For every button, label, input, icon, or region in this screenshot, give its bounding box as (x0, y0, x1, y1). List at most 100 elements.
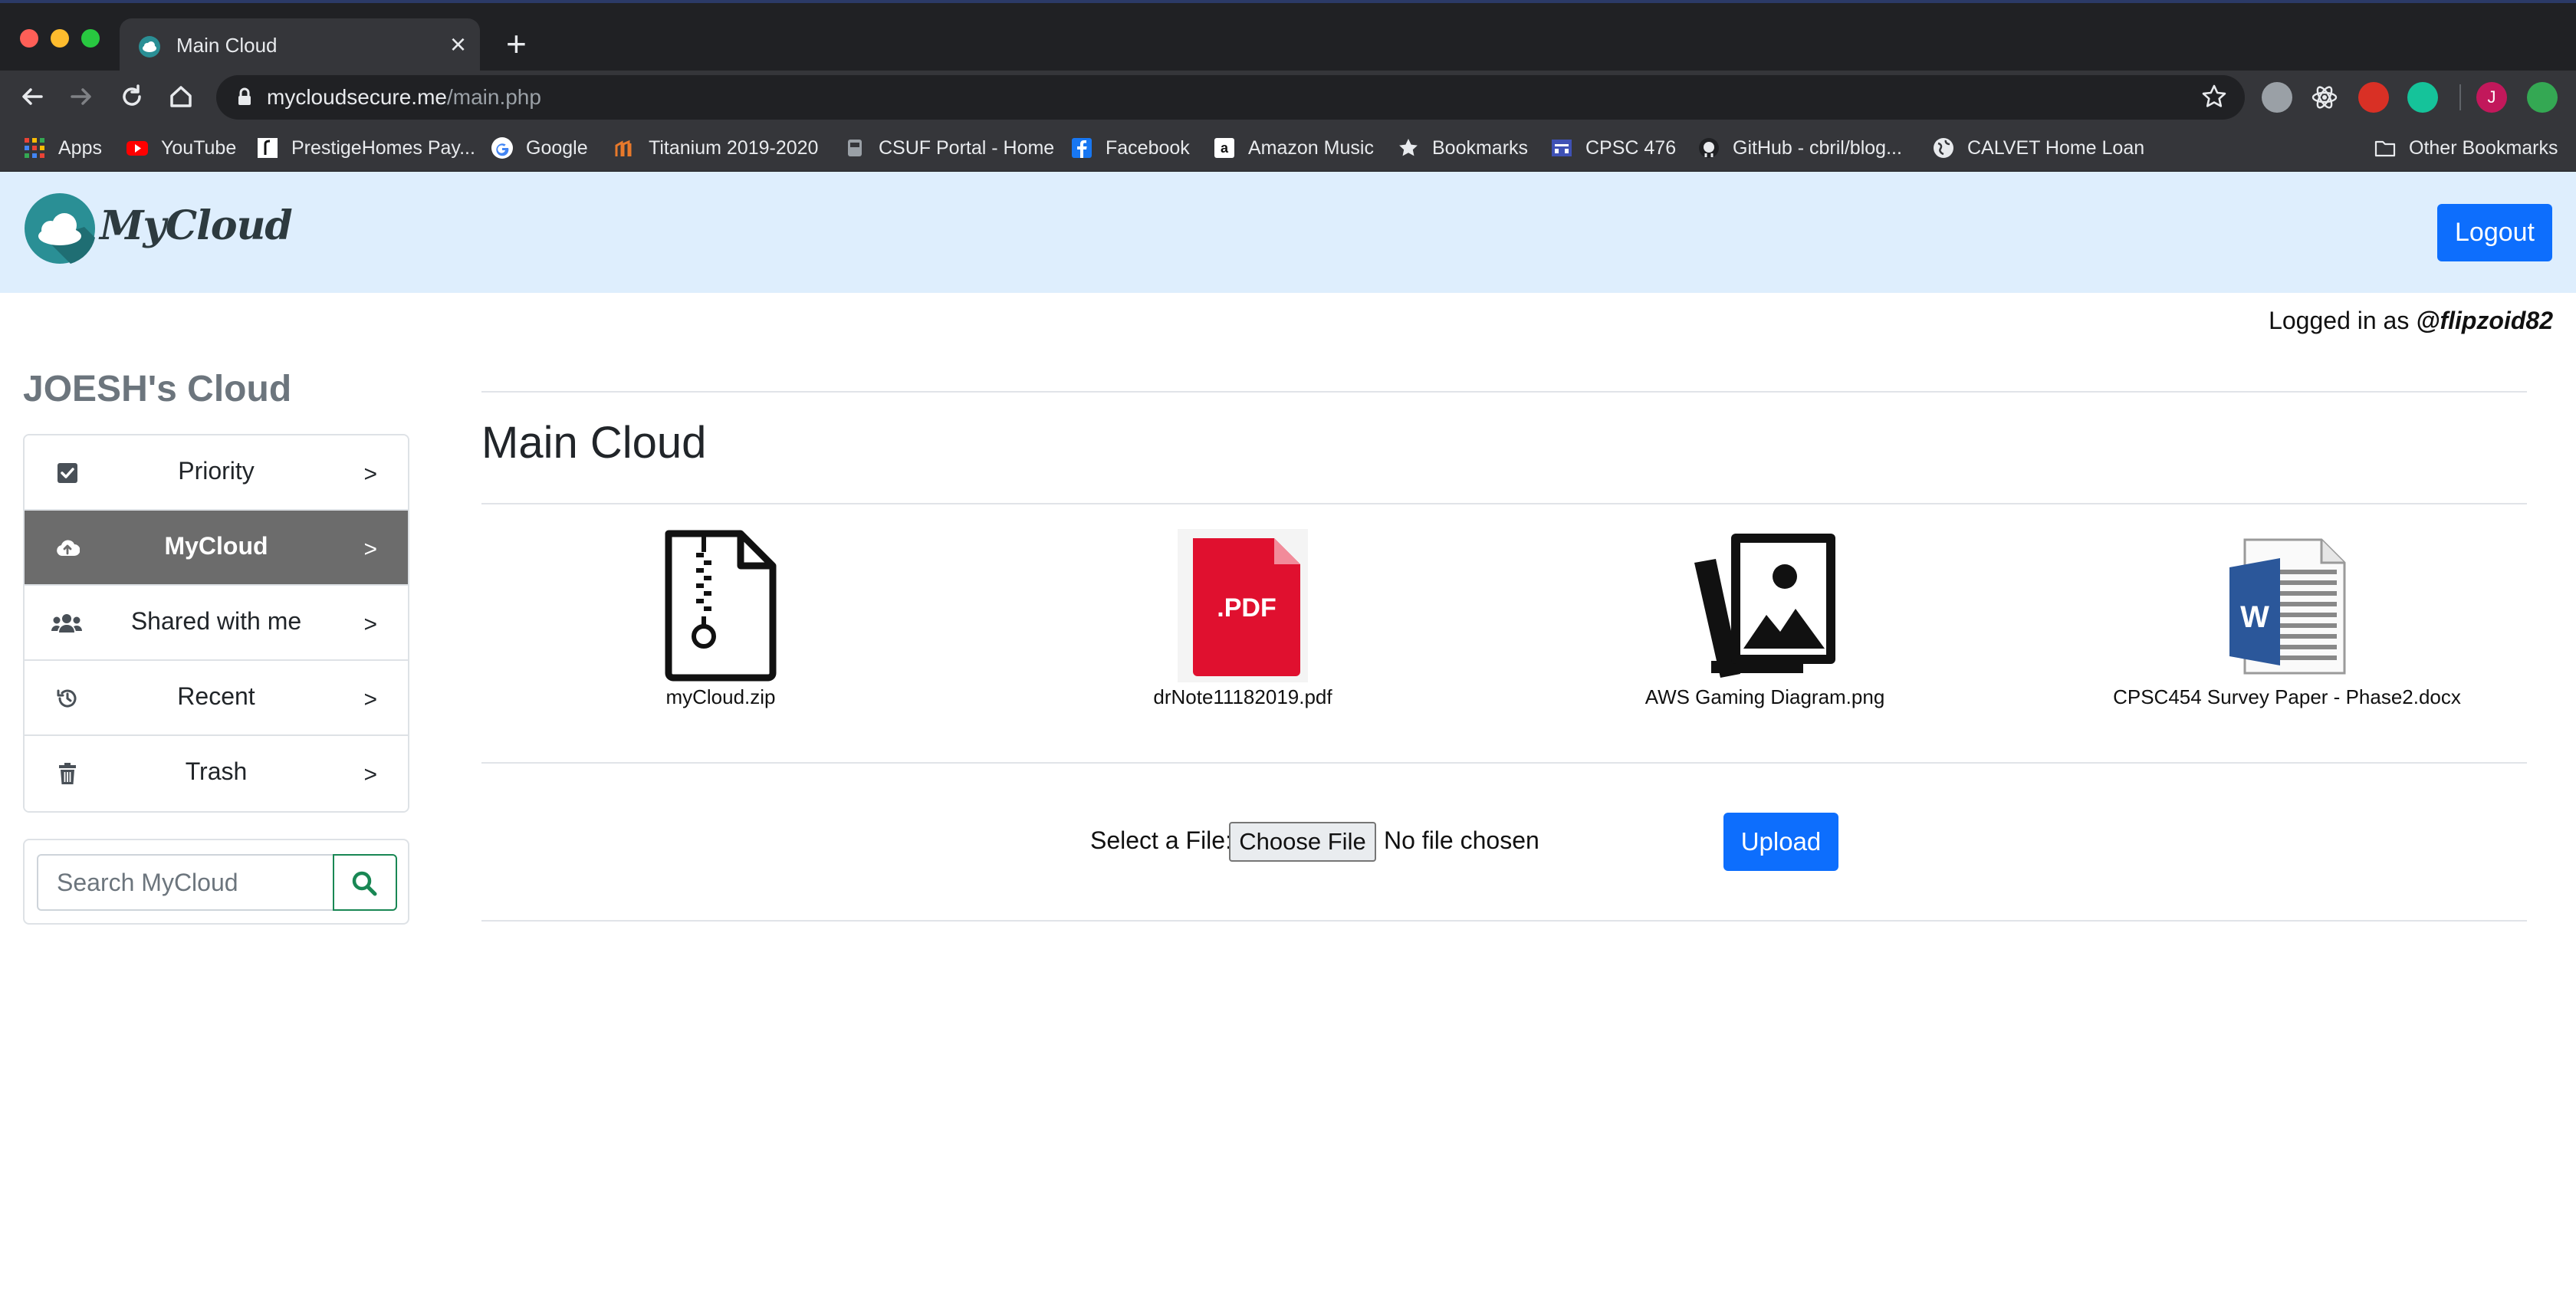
file-item[interactable]: myCloud.zip (475, 529, 966, 721)
sidebar-item-label: Recent (177, 682, 255, 710)
file-item[interactable]: .PDF drNote11182019.pdf (997, 529, 1488, 721)
divider (481, 503, 2527, 504)
github-icon (1699, 138, 1719, 158)
bookmark-label: Bookmarks (1432, 136, 1529, 159)
discord-extension-icon[interactable] (2262, 82, 2292, 113)
logout-button[interactable]: Logout (2437, 204, 2552, 261)
minimize-window-button[interactable] (51, 29, 69, 48)
file-item[interactable]: W CPSC454 Survey Paper - Phase2.docx (2042, 529, 2532, 721)
folder-icon (2374, 140, 2396, 157)
update-icon[interactable] (2527, 82, 2558, 113)
block-extension-icon[interactable] (2358, 82, 2389, 113)
pdf-file-icon: .PDF (1178, 529, 1308, 682)
brand-name[interactable]: MyCloud (100, 202, 293, 249)
chevron-right-icon: > (363, 462, 377, 487)
bookmark-prestige[interactable]: PrestigeHomes Pay... (256, 133, 475, 163)
mycloud-logo-icon[interactable] (23, 192, 97, 265)
bookmark-calvet[interactable]: CALVET Home Loan (1932, 133, 2144, 163)
chevron-right-icon: > (363, 537, 377, 562)
url-domain: mycloudsecure.me (267, 85, 447, 109)
star-icon (1399, 139, 1418, 156)
arrow-left-icon (22, 88, 43, 105)
bookmark-label: Amazon Music (1248, 136, 1374, 159)
upload-form: Select a File: Choose File No file chose… (481, 813, 2527, 882)
bookmark-csuf[interactable]: CSUF Portal - Home (843, 133, 1054, 163)
bookmark-apps[interactable]: Apps (23, 133, 102, 163)
sidebar-item-shared[interactable]: Shared with me > (25, 586, 408, 661)
reload-icon (123, 84, 141, 106)
bookmark-facebook[interactable]: Facebook (1070, 133, 1190, 163)
file-name: drNote11182019.pdf (1153, 685, 1332, 708)
other-bookmarks[interactable]: Other Bookmarks (2374, 133, 2558, 163)
prestige-icon (258, 138, 278, 158)
sidebar-item-recent[interactable]: Recent > (25, 661, 408, 736)
search-panel (23, 839, 409, 925)
react-extension-icon[interactable] (2309, 82, 2340, 113)
grammarly-extension-icon[interactable] (2407, 82, 2438, 113)
zip-file-icon (665, 530, 777, 682)
bookmark-label: GitHub - cbril/blog... (1733, 136, 1902, 159)
bookmark-bookmarks[interactable]: Bookmarks (1397, 133, 1528, 163)
bookmark-google[interactable]: Google (491, 133, 588, 163)
divider (481, 920, 2527, 922)
url-text: mycloudsecure.me/main.php (267, 85, 541, 110)
pdf-badge: .PDF (1217, 593, 1276, 623)
reload-button[interactable] (115, 80, 149, 113)
address-bar[interactable]: mycloudsecure.me/main.php (216, 75, 2245, 120)
bookmark-label: CALVET Home Loan (1967, 136, 2145, 159)
bookmark-label: Facebook (1106, 136, 1190, 159)
home-button[interactable] (164, 80, 198, 113)
logged-in-status: Logged in as @flipzoid82 (2269, 307, 2553, 335)
amazon-icon: a (1214, 138, 1234, 158)
cpsc-icon (1552, 140, 1572, 156)
bookmark-label: PrestigeHomes Pay... (291, 136, 475, 159)
browser-tab-bar: Main Cloud × + (0, 0, 2576, 74)
search-button[interactable] (333, 854, 397, 911)
sidebar-item-label: Shared with me (130, 607, 302, 635)
url-path: /main.php (446, 85, 541, 109)
tab-close-icon[interactable]: × (450, 29, 466, 60)
bookmark-star-icon[interactable] (2200, 83, 2228, 110)
choose-file-button[interactable]: Choose File (1229, 822, 1376, 862)
bookmark-label: Apps (58, 136, 102, 159)
youtube-icon (127, 141, 148, 156)
svg-text:a: a (1221, 140, 1229, 156)
new-tab-button[interactable]: + (506, 26, 527, 61)
maximize-window-button[interactable] (81, 29, 100, 48)
close-window-button[interactable] (20, 29, 38, 48)
titanium-icon (615, 140, 632, 156)
upload-button[interactable]: Upload (1723, 813, 1838, 871)
bookmark-github[interactable]: GitHub - cbril/blog... (1697, 133, 1902, 163)
forward-button[interactable] (64, 80, 98, 113)
bookmark-label: CPSC 476 (1585, 136, 1677, 159)
bookmark-titanium[interactable]: Titanium 2019-2020 (613, 133, 818, 163)
bookmark-label: YouTube (161, 136, 237, 159)
profile-avatar[interactable]: J (2476, 82, 2507, 113)
word-file-icon: W (2229, 538, 2346, 675)
browser-tab[interactable]: Main Cloud × (120, 18, 480, 74)
arrow-right-icon (71, 88, 91, 105)
facebook-icon (1072, 138, 1092, 158)
username: @flipzoid82 (2416, 307, 2553, 334)
csuf-icon (848, 140, 862, 156)
cloud-favicon-icon (139, 36, 160, 58)
bookmark-cpsc476[interactable]: CPSC 476 (1550, 133, 1676, 163)
other-bookmarks-label: Other Bookmarks (2409, 136, 2558, 159)
file-item[interactable]: AWS Gaming Diagram.png (1520, 529, 2010, 721)
bookmark-label: Titanium 2019-2020 (649, 136, 819, 159)
lock-icon (238, 87, 251, 105)
sidebar-item-trash[interactable]: Trash > (25, 736, 408, 811)
sidebar-item-mycloud[interactable]: MyCloud > (25, 511, 408, 586)
select-file-label: Select a File: (1090, 826, 1232, 854)
bookmark-amazon-music[interactable]: a Amazon Music (1213, 133, 1374, 163)
back-button[interactable] (15, 80, 49, 113)
site-navbar: MyCloud Logout (0, 172, 2576, 293)
home-icon (170, 86, 192, 107)
sidebar-item-priority[interactable]: Priority > (25, 435, 408, 511)
bookmark-youtube[interactable]: YouTube (126, 133, 236, 163)
search-input[interactable] (37, 854, 334, 911)
divider (481, 762, 2527, 764)
file-name: myCloud.zip (665, 685, 776, 708)
toolbar-divider (2459, 84, 2461, 110)
sidebar-menu: Priority > MyCloud > Shared with me > Re… (23, 434, 409, 813)
